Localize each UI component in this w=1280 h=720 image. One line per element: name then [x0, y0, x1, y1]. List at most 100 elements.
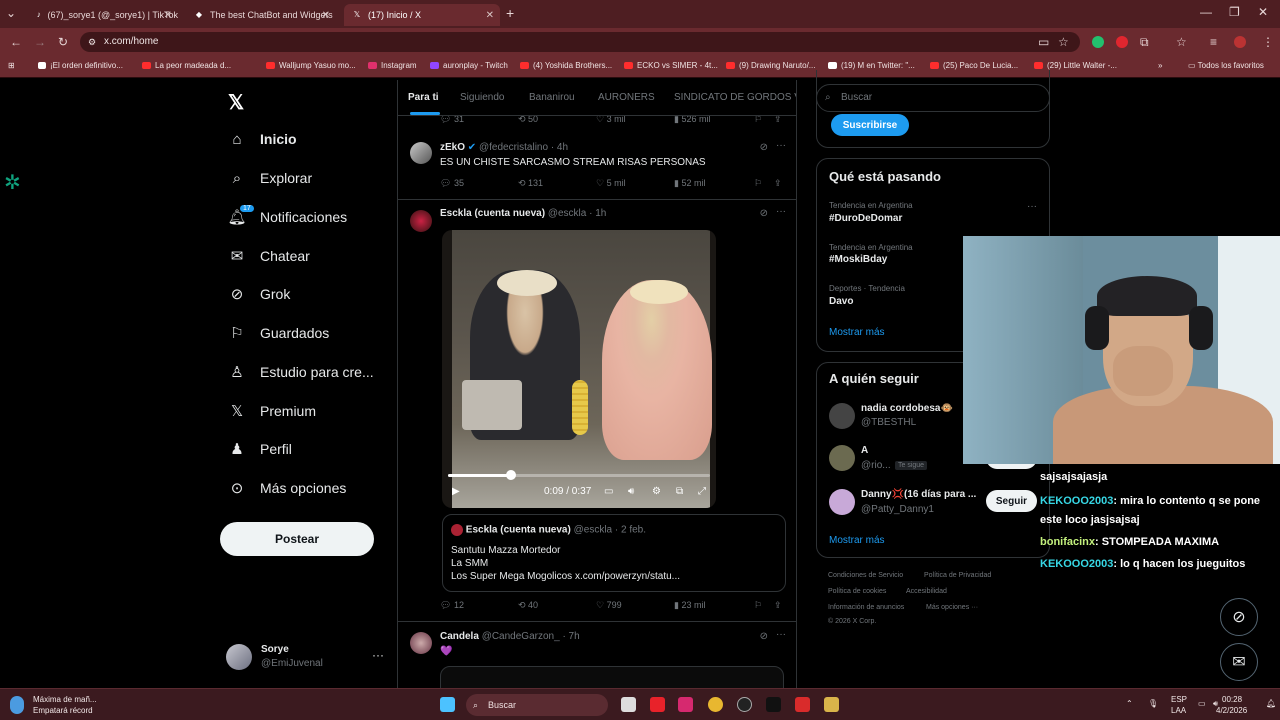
follow-name[interactable]: nadia cordobesa🐵	[861, 403, 953, 414]
close-icon[interactable]: ✕	[322, 10, 330, 21]
grok-icon[interactable]: ⊘	[760, 142, 768, 153]
tab-sindicato[interactable]: SINDICATO DE GORDOS V	[674, 92, 796, 103]
subscribe-button[interactable]: Suscribirse	[831, 114, 909, 136]
media-preview[interactable]	[440, 666, 784, 688]
volume-icon[interactable]: 🔊︎	[628, 486, 634, 497]
chatgpt-sidebar-icon[interactable]: ✲	[4, 170, 28, 194]
share-icon[interactable]: ⇪	[774, 178, 782, 189]
bookmark-item[interactable]: (29) Little Walter -...	[1034, 61, 1117, 70]
fullscreen-icon[interactable]: ⤢	[698, 486, 706, 497]
footer-link[interactable]: Información de anuncios	[828, 604, 904, 611]
nav-creator-studio[interactable]: ♙ Estudio para cre...	[228, 357, 373, 387]
close-icon[interactable]: ✕	[164, 10, 172, 21]
more-icon[interactable]: ···	[776, 140, 786, 151]
browser-tab-x-home[interactable]: 𝕏 (17) Inicio / X ✕	[344, 4, 500, 26]
footer-link[interactable]: Política de Privacidad	[924, 572, 991, 579]
site-info-icon[interactable]: ⚙	[88, 32, 96, 52]
post[interactable]: zEkO ✔ @fedecristalino · 4h ⊘ ··· ES UN …	[398, 132, 796, 200]
account-switcher[interactable]: Sorye @EmiJuvenal ···	[226, 642, 386, 672]
grok-icon[interactable]: ⊘	[760, 631, 768, 642]
bookmark-item[interactable]: (9) Drawing Naruto/...	[726, 61, 815, 70]
more-icon[interactable]: ···	[776, 206, 786, 217]
all-bookmarks[interactable]: ▭ Todos los favoritos	[1188, 61, 1264, 70]
forward-icon[interactable]: →	[34, 35, 46, 49]
bookmark-item[interactable]: Walljump Yasuo mo...	[266, 61, 356, 70]
views-count[interactable]: ▮ 52 mil	[674, 178, 705, 189]
menu-icon[interactable]: ⋮	[1262, 35, 1274, 49]
profile-avatar-icon[interactable]	[1234, 36, 1246, 48]
follow-name[interactable]: Danny💢(16 días para ...	[861, 489, 976, 500]
app-icon[interactable]	[795, 697, 810, 712]
tab-following[interactable]: Siguiendo	[460, 92, 504, 103]
media-control-icon[interactable]: ≡	[1210, 35, 1217, 49]
reply-button[interactable]: 💬︎ 35	[440, 178, 464, 189]
more-icon[interactable]: ···	[372, 648, 384, 662]
extension-red-icon[interactable]	[1116, 36, 1128, 48]
like-button[interactable]: ♡ 799	[596, 600, 622, 611]
tab-bananirou[interactable]: Bananirou	[529, 92, 575, 103]
x-logo-icon[interactable]: 𝕏	[228, 90, 244, 115]
repost-button[interactable]: ⟲ 131	[518, 178, 543, 189]
footer-link[interactable]: Accesibilidad	[906, 588, 947, 595]
nav-bookmarks[interactable]: ⚐ Guardados	[228, 318, 329, 348]
tab-auroners[interactable]: AURONERS	[598, 92, 655, 103]
app-icon[interactable]	[824, 697, 839, 712]
pip-icon[interactable]: ⧉	[676, 486, 683, 497]
post-button[interactable]: Postear	[220, 522, 374, 556]
weather-title[interactable]: Máxima de mañ...	[33, 695, 97, 704]
task-view-icon[interactable]	[621, 697, 636, 712]
tiktok-icon[interactable]	[766, 697, 781, 712]
install-app-icon[interactable]: ▭	[1038, 35, 1049, 49]
follow-name[interactable]: A	[861, 445, 868, 456]
captions-icon[interactable]: ▭	[604, 486, 613, 497]
extension-green-icon[interactable]	[1092, 36, 1104, 48]
reply-button[interactable]: 💬︎ 12	[440, 600, 464, 611]
footer-link[interactable]: Condiciones de Servicio	[828, 572, 903, 579]
close-icon[interactable]: ✕	[486, 10, 494, 21]
trend-item[interactable]: #MoskiBday	[829, 254, 887, 265]
avatar[interactable]	[410, 142, 432, 164]
tab-list-icon[interactable]: ⌄	[6, 6, 16, 20]
bookmark-item[interactable]: Instagram	[368, 61, 417, 70]
url-field[interactable]: ⚙ x.com/home	[80, 32, 1080, 52]
favorites-icon[interactable]: ☆	[1176, 35, 1187, 49]
taskbar-search[interactable]: ⌕ Buscar	[466, 694, 608, 716]
more-icon[interactable]: ···	[1027, 201, 1037, 212]
bookmark-item[interactable]: ECKO vs SIMER - 4t...	[624, 61, 718, 70]
weather-icon[interactable]	[10, 696, 24, 714]
more-icon[interactable]: ···	[776, 629, 786, 640]
grok-icon[interactable]: ⊘	[760, 208, 768, 219]
nav-chat[interactable]: ✉ Chatear	[228, 241, 310, 271]
start-icon[interactable]	[440, 697, 455, 712]
instagram-icon[interactable]	[678, 697, 693, 712]
clock-time[interactable]: 00:28	[1222, 695, 1242, 704]
notifications-icon[interactable]: 🔔︎	[1266, 699, 1276, 708]
network-icon[interactable]: ▭	[1198, 699, 1206, 708]
trend-item[interactable]: Davo	[829, 296, 853, 307]
video-progress-bar[interactable]	[448, 470, 710, 480]
settings-icon[interactable]: ⚙	[652, 486, 661, 497]
apps-icon[interactable]: ⊞	[8, 61, 15, 70]
avatar[interactable]	[829, 403, 855, 429]
bookmark-item[interactable]: (19) M en Twitter: "...	[828, 61, 915, 70]
nav-premium[interactable]: 𝕏 Premium	[228, 396, 316, 426]
microphone-icon[interactable]: 🎙︎	[1148, 699, 1158, 708]
bookmark-icon[interactable]: ⚐	[754, 600, 762, 611]
chevron-right-icon[interactable]: »	[1158, 61, 1162, 70]
trend-item[interactable]: #DuroDeDomar	[829, 213, 902, 224]
browser-tab-tiktok[interactable]: ♪ (67)_sorye1 (@_sorye1) | TikTok ✕	[28, 4, 178, 26]
back-icon[interactable]: ←	[10, 35, 22, 49]
bookmark-item[interactable]: ¡El orden definitivo...	[38, 61, 123, 70]
obs-icon[interactable]	[737, 697, 752, 712]
chevron-up-icon[interactable]: ⌃	[1126, 699, 1133, 708]
grok-floating-button[interactable]: ⊘	[1220, 598, 1258, 636]
bookmark-item[interactable]: (25) Paco De Lucia...	[930, 61, 1018, 70]
show-more-link[interactable]: Mostrar más	[829, 327, 885, 338]
repost-button[interactable]: ⟲ 40	[518, 600, 538, 611]
bookmark-item[interactable]: (4) Yoshida Brothers...	[520, 61, 612, 70]
restore-icon[interactable]: ❐	[1229, 5, 1240, 19]
footer-link[interactable]: Política de cookies	[828, 588, 886, 595]
new-tab-icon[interactable]: +	[506, 5, 514, 21]
nav-profile[interactable]: ♟ Perfil	[228, 434, 292, 464]
show-more-link[interactable]: Mostrar más	[829, 535, 885, 546]
